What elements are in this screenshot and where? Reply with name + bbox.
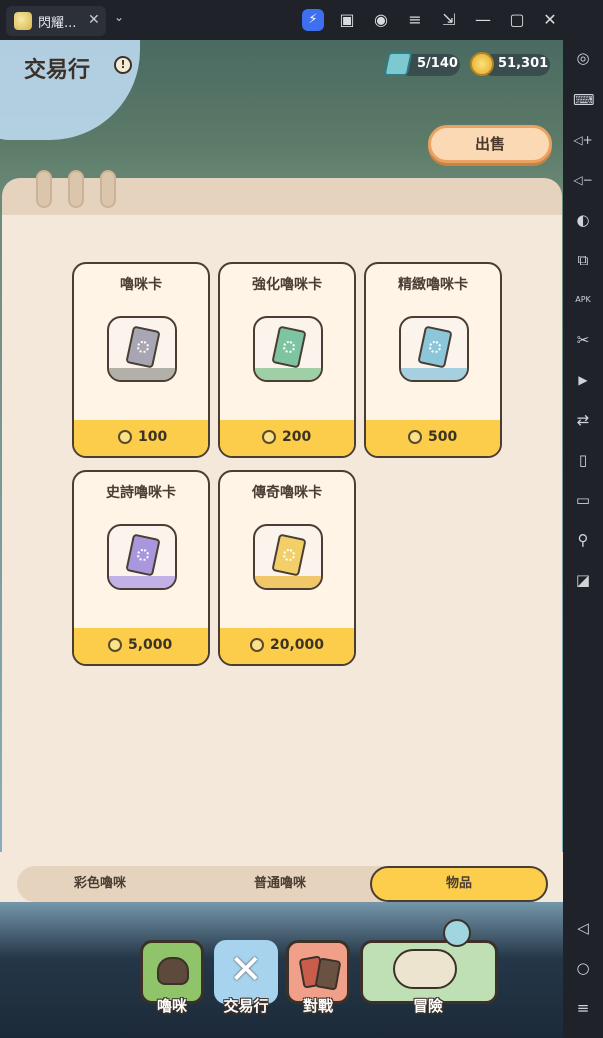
shake-icon[interactable]: ▯ xyxy=(573,450,593,470)
minimize-icon[interactable]: — xyxy=(472,9,494,31)
folder-icon[interactable]: ▭ xyxy=(573,490,593,510)
nav-lumi-label: 嚕咪 xyxy=(156,997,187,1015)
tab-color-lumi[interactable]: 彩色嚕咪 xyxy=(30,866,170,902)
item-name: 嚕咪卡 xyxy=(120,277,162,293)
card-icon xyxy=(125,325,161,369)
coin-count: 51,301 xyxy=(498,56,549,71)
cut-icon[interactable]: ✂ xyxy=(573,330,593,350)
item-name: 精緻嚕咪卡 xyxy=(398,277,468,293)
card-icon xyxy=(271,325,307,369)
card-icon xyxy=(271,533,307,577)
coin-icon xyxy=(250,638,264,652)
item-name: 史詩嚕咪卡 xyxy=(106,485,176,501)
price-bar: 500 xyxy=(366,420,500,456)
coin-icon xyxy=(470,52,494,76)
item-price: 500 xyxy=(428,429,458,445)
coin-icon xyxy=(262,430,276,444)
nav-trade-label: 交易行 xyxy=(223,997,269,1015)
notebook-ring xyxy=(100,170,116,208)
item-card[interactable]: 嚕咪卡 100 xyxy=(72,262,210,458)
app-icon xyxy=(14,12,32,30)
item-card[interactable]: 強化嚕咪卡 200 xyxy=(218,262,356,458)
item-image xyxy=(107,316,177,382)
coin-icon xyxy=(408,430,422,444)
tab-items[interactable]: 物品 xyxy=(370,866,548,902)
nav-battle-label: 對戰 xyxy=(302,997,333,1015)
keyboard-icon[interactable]: ⌨ xyxy=(573,90,595,110)
card-icon xyxy=(125,533,161,577)
item-price: 100 xyxy=(138,429,168,445)
volume-down-icon[interactable]: ◁− xyxy=(573,170,593,190)
record-icon[interactable]: ◐ xyxy=(573,210,593,230)
multi-instance-icon[interactable]: ⧉ xyxy=(573,250,593,270)
info-icon[interactable]: ! xyxy=(114,56,132,74)
back-icon[interactable]: ◁ xyxy=(573,918,593,938)
recents-icon[interactable]: ≡ xyxy=(573,998,593,1018)
sell-button[interactable]: 出售 xyxy=(428,125,552,163)
emulator-sidebar: ◎ ⌨ ◁+ ◁− ◐ ⧉ APK ✂ ▶ ⇄ ▯ ▭ ⚲ ◪ ◁ ○ ≡ xyxy=(563,0,603,1038)
app-tab[interactable]: 閃耀... ✕ xyxy=(6,6,106,36)
item-price: 20,000 xyxy=(270,637,325,653)
item-card[interactable]: 史詩嚕咪卡 5,000 xyxy=(72,470,210,666)
item-card[interactable]: 傳奇嚕咪卡 20,000 xyxy=(218,470,356,666)
item-card[interactable]: 精緻嚕咪卡 500 xyxy=(364,262,502,458)
operations-icon[interactable]: ◪ xyxy=(573,570,593,590)
screenshot-icon[interactable]: ⇲ xyxy=(438,9,460,31)
item-name: 強化嚕咪卡 xyxy=(252,277,322,293)
app-tab-title: 閃耀... xyxy=(38,16,77,31)
coin-icon xyxy=(108,638,122,652)
home-icon[interactable]: ○ xyxy=(573,958,593,978)
lumi-icon xyxy=(157,957,189,985)
bolt-icon[interactable]: ⚡ xyxy=(302,9,324,31)
window-titlebar: 閃耀... ✕ ⌄ ⚡ ▣ ◉ ≡ ⇲ — ▢ ✕ « xyxy=(0,0,603,40)
ticket-count: 5/140 xyxy=(417,56,458,71)
trade-icon: ✕ xyxy=(229,947,263,993)
game-screen: 交易行 ! 5/140 51,301 出售 嚕咪卡 100 強化嚕咪卡 200 xyxy=(0,40,563,1038)
nav-adventure-label: 冒險 xyxy=(412,997,443,1015)
item-image xyxy=(107,524,177,590)
menu-icon[interactable]: ≡ xyxy=(404,9,426,31)
adventure-icon xyxy=(393,949,457,989)
sell-button-label: 出售 xyxy=(474,135,505,153)
notebook-header xyxy=(2,178,562,218)
location-icon[interactable]: ⚲ xyxy=(573,530,593,550)
tab-normal-lumi[interactable]: 普通嚕咪 xyxy=(210,866,350,902)
item-image xyxy=(399,316,469,382)
notebook-ring xyxy=(68,170,84,208)
video-icon[interactable]: ▶ xyxy=(573,370,593,390)
account-icon[interactable]: ◉ xyxy=(370,9,392,31)
item-price: 200 xyxy=(282,429,312,445)
maximize-icon[interactable]: ▢ xyxy=(506,9,528,31)
price-bar: 200 xyxy=(220,420,354,456)
apk-icon[interactable]: APK xyxy=(573,290,593,310)
page-title: 交易行 xyxy=(24,58,91,83)
price-bar: 100 xyxy=(74,420,208,456)
card-icon xyxy=(417,325,453,369)
item-price: 5,000 xyxy=(128,637,173,653)
chevron-down-icon[interactable]: ⌄ xyxy=(114,10,124,24)
ticket-icon xyxy=(383,52,413,76)
close-window-icon[interactable]: ✕ xyxy=(539,9,561,31)
volume-up-icon[interactable]: ◁+ xyxy=(573,130,593,150)
close-icon[interactable]: ✕ xyxy=(88,12,100,28)
coin-icon xyxy=(118,430,132,444)
sync-icon[interactable]: ⇄ xyxy=(573,410,593,430)
price-bar: 20,000 xyxy=(220,628,354,664)
settings-icon[interactable]: ◎ xyxy=(573,48,593,68)
gift-icon[interactable]: ▣ xyxy=(336,9,358,31)
item-image xyxy=(253,524,323,590)
notebook-ring xyxy=(36,170,52,208)
tab-pointer xyxy=(452,856,468,866)
price-bar: 5,000 xyxy=(74,628,208,664)
item-image xyxy=(253,316,323,382)
item-name: 傳奇嚕咪卡 xyxy=(252,485,322,501)
